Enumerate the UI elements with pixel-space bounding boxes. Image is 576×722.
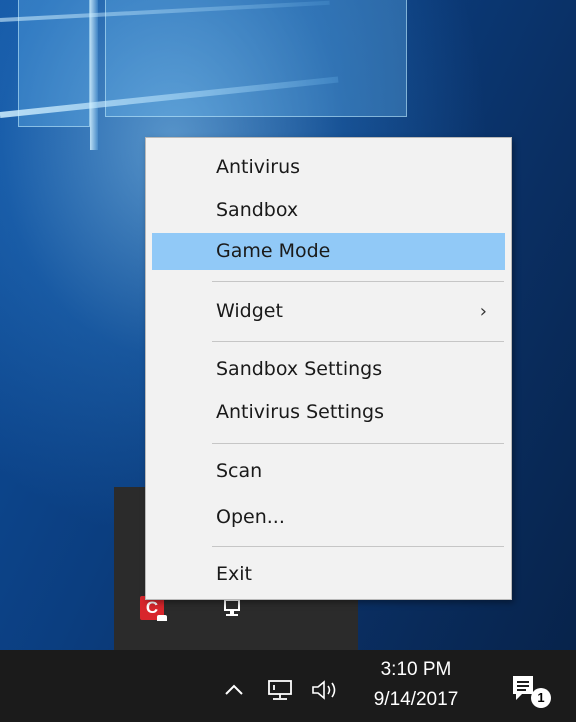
clock-time: 3:10 PM [380, 659, 452, 680]
menu-item-scan[interactable]: Scan [152, 453, 505, 490]
menu-separator [212, 546, 504, 547]
clock-date: 9/14/2017 [373, 689, 459, 710]
notification-count-badge: 1 [531, 688, 551, 708]
network-glyph [268, 680, 292, 700]
menu-item-label: Antivirus Settings [216, 401, 385, 423]
menu-item-label: Antivirus [216, 156, 301, 178]
taskbar: 3:10 PM 9/14/2017 1 [0, 650, 576, 722]
menu-item-exit[interactable]: Exit [152, 556, 505, 593]
menu-item-open[interactable]: Open... [152, 499, 505, 536]
wallpaper-light-beam [90, 0, 98, 150]
comodo-icon-letter: C [145, 598, 159, 617]
menu-item-label: Game Mode [216, 240, 331, 262]
volume-glyph [312, 680, 336, 700]
menu-item-game-mode[interactable]: Game Mode [152, 233, 505, 270]
menu-item-label: Sandbox Settings [216, 358, 383, 380]
chevron-right-icon: › [479, 301, 487, 322]
menu-item-sandbox[interactable]: Sandbox [152, 192, 505, 229]
network-icon-glyph [224, 599, 240, 616]
chevron-up-icon[interactable] [220, 676, 248, 704]
menu-item-label: Open... [216, 506, 285, 528]
menu-item-label: Scan [216, 460, 263, 482]
menu-separator [212, 443, 504, 444]
volume-icon[interactable] [309, 676, 343, 704]
menu-separator [212, 281, 504, 282]
network-icon[interactable] [265, 676, 295, 704]
menu-item-label: Sandbox [216, 199, 299, 221]
menu-item-widget[interactable]: Widget › [152, 293, 505, 330]
menu-item-antivirus-settings[interactable]: Antivirus Settings [152, 394, 505, 431]
menu-item-antivirus[interactable]: Antivirus [152, 149, 505, 186]
chevron-up-glyph [225, 684, 243, 695]
taskbar-clock[interactable]: 3:10 PM 9/14/2017 [372, 655, 460, 715]
menu-item-label: Exit [216, 563, 252, 585]
tray-context-menu: Antivirus Sandbox Game Mode Widget › San… [145, 137, 512, 600]
menu-item-label: Widget [216, 300, 283, 322]
menu-separator [212, 341, 504, 342]
menu-item-sandbox-settings[interactable]: Sandbox Settings [152, 351, 505, 388]
